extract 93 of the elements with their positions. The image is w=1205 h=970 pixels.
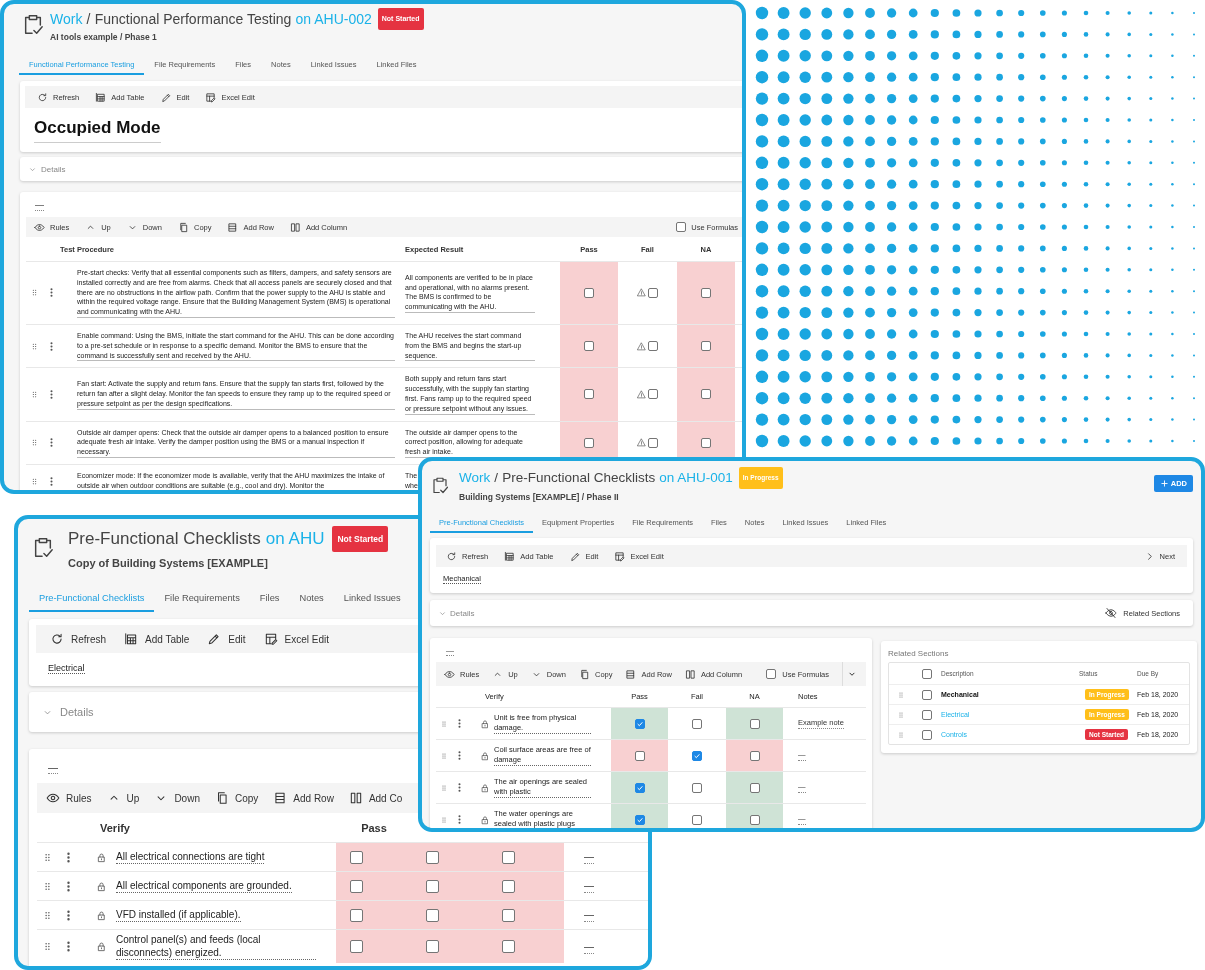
details-toggle[interactable]: Details <box>42 706 94 718</box>
checkbox[interactable] <box>701 288 711 298</box>
checkbox[interactable] <box>648 341 658 352</box>
breadcrumb-separator: / <box>86 10 91 28</box>
checkbox[interactable] <box>634 814 645 825</box>
toolbar-button[interactable]: Down <box>154 791 200 805</box>
tab[interactable]: File Requirements <box>154 587 250 612</box>
table-title[interactable]: — <box>48 762 58 774</box>
step-text: Control panel(s) and feeds (local disconnects) energized. <box>116 933 316 960</box>
toolbar-button[interactable]: Up <box>106 791 140 805</box>
checkbox[interactable] <box>584 389 594 400</box>
checkbox[interactable] <box>922 709 932 720</box>
note-text[interactable]: — <box>584 939 594 954</box>
table-title[interactable]: — <box>446 646 454 656</box>
panel-title: Related Sections <box>888 648 950 660</box>
column-header: Pass <box>360 821 388 834</box>
table-title[interactable]: — <box>35 200 44 211</box>
toolbar-button[interactable]: Copy <box>214 791 259 805</box>
page-title: Functional Performance Testing <box>94 10 292 28</box>
clipboard-check-icon <box>431 475 449 495</box>
checkbox[interactable] <box>648 437 658 448</box>
checkbox[interactable] <box>634 750 645 761</box>
toolbar-button[interactable]: Add Table <box>124 632 190 646</box>
checkbox[interactable] <box>701 437 711 448</box>
section-heading: Occupied Mode <box>34 118 161 143</box>
checkbox[interactable] <box>692 814 702 825</box>
tab[interactable]: Notes <box>289 587 334 612</box>
checkbox[interactable] <box>701 389 711 400</box>
clipboard-check-icon <box>22 13 44 35</box>
page-subtitle: Copy of Building Systems [EXAMPLE] <box>68 556 269 570</box>
checkbox[interactable] <box>634 782 645 793</box>
step-text: VFD installed (if applicable). <box>116 908 241 922</box>
details-toggle[interactable]: Details <box>438 608 475 618</box>
checkbox[interactable] <box>350 908 363 922</box>
note-text[interactable]: — <box>584 850 594 864</box>
checkbox[interactable] <box>922 668 932 679</box>
eye-off-icon <box>1105 607 1118 619</box>
step-text: All electrical components are grounded. <box>116 879 292 893</box>
checkbox[interactable] <box>676 222 687 232</box>
checkbox[interactable] <box>426 908 439 922</box>
column-header: Verify <box>99 821 131 834</box>
checkbox[interactable] <box>584 288 594 298</box>
drag-handle-icon[interactable] <box>42 941 53 952</box>
checkbox[interactable] <box>766 669 777 679</box>
plus-icon <box>1159 479 1169 488</box>
clipboard-check-icon <box>32 535 54 559</box>
checkbox[interactable] <box>426 940 439 953</box>
toolbar-button[interactable]: Rules <box>46 791 92 805</box>
checkbox[interactable] <box>701 341 711 352</box>
checkbox[interactable] <box>648 288 658 298</box>
page-subtitle: Building Systems [EXAMPLE] / Phase II <box>459 492 620 503</box>
checkbox[interactable] <box>749 782 760 793</box>
toolbar-button[interactable]: Excel Edit <box>263 632 329 646</box>
drag-handle-icon[interactable] <box>42 851 53 863</box>
status-badge: Not Started <box>332 526 389 552</box>
checkbox[interactable] <box>426 879 439 893</box>
checkbox[interactable] <box>502 850 515 864</box>
checkbox[interactable] <box>749 750 760 761</box>
checkbox[interactable] <box>692 782 702 793</box>
tab[interactable]: Linked Issues <box>333 587 411 612</box>
checkbox[interactable] <box>692 750 702 761</box>
toolbar-button[interactable]: Add Row <box>273 791 334 805</box>
drag-handle-icon[interactable] <box>42 909 53 921</box>
checkbox[interactable] <box>502 879 515 893</box>
toolbar-button[interactable]: Add Co <box>348 791 403 805</box>
page-title: Pre-Functional Checklists <box>68 528 261 550</box>
checkbox[interactable] <box>350 940 363 953</box>
checkbox[interactable] <box>922 729 932 740</box>
toolbar-button[interactable]: Edit <box>207 632 246 646</box>
step-text: All electrical connections are tight <box>116 850 265 864</box>
section-name[interactable]: Electrical <box>48 663 85 674</box>
toolbar-button[interactable]: Refresh <box>50 632 106 646</box>
checkbox[interactable] <box>749 718 760 729</box>
checkbox[interactable] <box>350 850 363 864</box>
checkbox[interactable] <box>584 437 594 448</box>
checkbox[interactable] <box>350 879 363 893</box>
page-title: Pre-Functional Checklists <box>502 469 656 487</box>
note-text[interactable]: — <box>584 908 594 922</box>
checkbox[interactable] <box>426 850 439 864</box>
details-toggle[interactable]: Details <box>28 164 66 174</box>
checkbox[interactable] <box>584 341 594 352</box>
breadcrumb-separator: / <box>494 469 499 487</box>
checkbox[interactable] <box>692 718 702 729</box>
page-subtitle: AI tools example / Phase 1 <box>50 32 158 43</box>
tab[interactable]: Files <box>249 587 290 612</box>
drag-handle-icon[interactable] <box>42 880 53 892</box>
checkbox[interactable] <box>634 718 645 729</box>
checkbox[interactable] <box>922 689 932 700</box>
checkbox[interactable] <box>502 908 515 922</box>
checkbox[interactable] <box>749 814 760 825</box>
note-text[interactable]: — <box>584 879 594 893</box>
checkbox[interactable] <box>502 940 515 953</box>
checkbox[interactable] <box>648 389 658 400</box>
